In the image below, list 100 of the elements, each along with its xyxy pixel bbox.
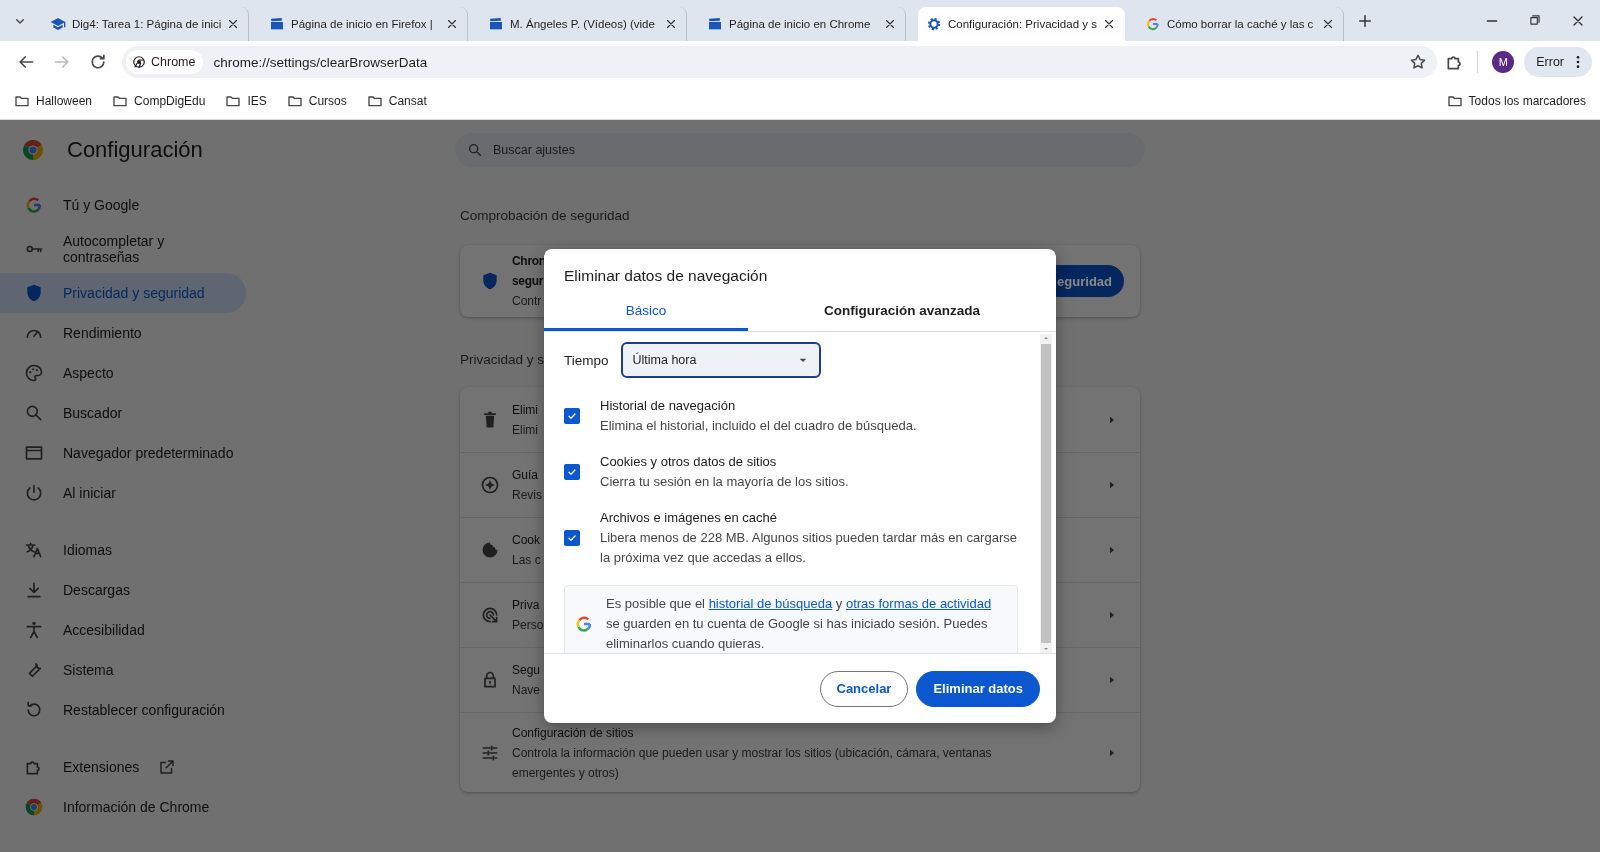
row-subtitle: Controla la información que pueden usar y mostrar los sitios (ubicación, cámara, ventanas emergentes y otros) — [512, 744, 993, 782]
row-title[interactable]: Segu — [512, 660, 541, 680]
folder-icon — [366, 93, 383, 109]
row-title[interactable]: Elimi — [512, 399, 538, 420]
sidebar-item[interactable]: Extensiones — [0, 747, 246, 787]
sidebar-item[interactable]: Restablecer configuración — [0, 690, 246, 730]
browser-logo-icon — [24, 797, 44, 817]
row-subtitle: Elimi — [512, 421, 538, 439]
sidebar-item[interactable]: Idiomas — [0, 530, 246, 570]
card-title: segur — [512, 273, 545, 290]
translate-icon — [24, 540, 44, 560]
row-title[interactable]: Guía — [512, 465, 542, 485]
g-logo-icon — [1145, 16, 1161, 32]
clapperboard-icon — [269, 16, 285, 32]
bookmark-folder[interactable]: IES — [219, 93, 273, 109]
sidebar-item[interactable]: Autocompletar y contraseñas — [0, 225, 246, 273]
row-subtitle: Nave — [512, 682, 541, 699]
bookmark-folder[interactable]: Halloween — [8, 93, 99, 109]
dialog-title: Eliminar datos de navegación — [563, 266, 769, 286]
sidebar-item[interactable]: Aspecto — [0, 353, 246, 393]
clapperboard-icon — [707, 16, 723, 32]
option-title: Cookies y otros datos de sitios — [600, 453, 778, 471]
sidebar-item[interactable]: Navegador predeterminado — [0, 433, 246, 473]
profile-avatar[interactable]: M — [1492, 51, 1515, 73]
bookmark-folder[interactable]: Cansat — [360, 93, 433, 109]
compass-icon — [480, 475, 500, 495]
link[interactable]: historial de búsqueda — [708, 596, 833, 611]
card-title: Chron — [512, 253, 546, 270]
close-icon[interactable] — [1102, 17, 1116, 31]
field-label: Tiempo — [564, 352, 609, 368]
checkbox[interactable] — [564, 464, 580, 480]
bookmark-folder[interactable]: Todos los marcadores — [1440, 93, 1592, 109]
notice-text: Es posible que el historial de búsqueda y otras formas de actividad se guarden en tu cuenta de Google si has iniciado sesión. Puedes eliminarlos cuando quieras. — [606, 595, 993, 653]
delete-data-button[interactable]: Eliminar datos — [916, 670, 1040, 707]
row-subtitle: Las c — [512, 552, 541, 569]
browser-logo-icon — [21, 138, 45, 162]
target-icon — [480, 605, 500, 625]
g-logo-icon — [24, 195, 44, 215]
download-icon — [24, 580, 44, 600]
row-title[interactable]: Priva — [512, 595, 544, 615]
close-icon[interactable] — [226, 17, 240, 31]
time-range-select[interactable]: Última hora — [620, 342, 821, 378]
clapperboard-icon — [488, 16, 504, 32]
sidebar-item[interactable]: Descargas — [0, 570, 246, 610]
gear-icon — [926, 16, 942, 32]
palette-icon — [24, 363, 44, 383]
bookmark-folder[interactable]: Cursos — [280, 93, 353, 109]
search-field[interactable]: Buscar ajustes — [491, 142, 1133, 158]
cookie-icon — [480, 540, 500, 560]
option-description: Libera menos de 228 MB. Algunos sitios pueden tardar más en cargarse la próxima vez que accedas a ellos. — [600, 529, 1018, 567]
reset-icon — [24, 700, 44, 720]
folder-icon — [112, 93, 129, 109]
option-description: Elimina el historial, incluido el del cuadro de búsqueda. — [600, 417, 917, 435]
reload-icon[interactable] — [88, 52, 108, 72]
sidebar-item[interactable]: Información de Chrome — [0, 787, 246, 827]
restore-icon[interactable] — [1528, 12, 1542, 27]
folder-icon — [286, 93, 303, 109]
sidebar-item[interactable]: Al iniciar — [0, 473, 246, 513]
sidebar-item[interactable]: Rendimiento — [0, 313, 246, 353]
row-title[interactable]: Configuración de sitios — [512, 722, 1037, 743]
row-subtitle: Revis — [512, 487, 542, 504]
browser-window-icon — [24, 443, 44, 463]
shield-icon — [480, 271, 500, 291]
sidebar-item[interactable]: Accesibilidad — [0, 610, 246, 650]
sidebar-item[interactable]: Tú y Google — [0, 185, 246, 225]
search-bar[interactable]: Buscar ajustes — [455, 133, 1145, 167]
site-chip[interactable]: Chrome — [126, 50, 204, 74]
folder-icon — [1446, 93, 1463, 109]
close-icon[interactable] — [1321, 17, 1335, 31]
shield-icon — [24, 283, 44, 303]
cancel-button[interactable]: Cancelar — [819, 670, 909, 707]
site-icon — [132, 55, 146, 69]
browser-tab[interactable]: Configuración: Privacidad y s — [918, 7, 1125, 41]
close-icon[interactable] — [883, 17, 897, 31]
option-title: Archivos e imágenes en caché — [600, 509, 779, 527]
link[interactable]: otras formas de actividad — [845, 596, 992, 611]
bookmark-star-icon[interactable] — [1409, 53, 1428, 71]
g-logo-icon — [574, 614, 594, 634]
close-icon[interactable] — [664, 17, 678, 31]
bookmark-folder[interactable]: CompDigEdu — [106, 93, 212, 109]
graduation-cap-icon — [50, 16, 66, 32]
page-title: Configuración — [67, 137, 203, 163]
folder-icon — [225, 93, 242, 109]
accessibility-icon — [24, 620, 44, 640]
card-subtitle: Contr — [512, 293, 543, 310]
checkbox[interactable] — [564, 530, 580, 546]
error-button[interactable]: Error — [1524, 47, 1592, 77]
url-field[interactable]: chrome://settings/clearBrowserData — [213, 54, 1400, 70]
dialog-tab[interactable]: Básico — [544, 293, 748, 331]
row-subtitle: Perso — [512, 617, 544, 634]
row-title[interactable]: Cook — [512, 530, 541, 550]
power-icon — [24, 483, 44, 503]
checkbox[interactable] — [564, 408, 580, 424]
option-title: Historial de navegación — [600, 397, 737, 415]
search-icon — [24, 403, 44, 423]
search-icon — [467, 142, 483, 158]
sidebar-item[interactable]: Sistema — [0, 650, 246, 690]
close-icon[interactable] — [445, 17, 459, 31]
sidebar-item[interactable]: Buscador — [0, 393, 246, 433]
section-heading: Comprobación de seguridad — [460, 207, 630, 225]
